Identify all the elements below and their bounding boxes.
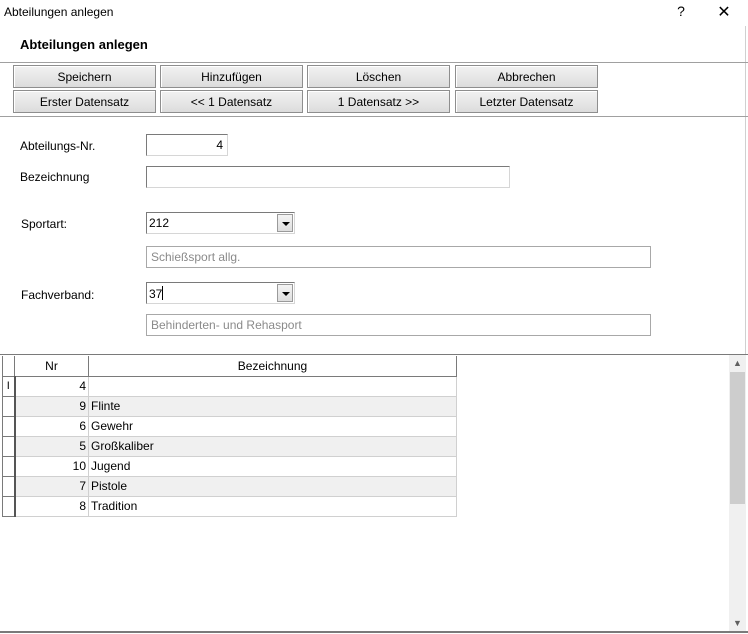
cell-nr[interactable]: 8	[14, 495, 89, 517]
add-button[interactable]: Hinzufügen	[160, 65, 303, 88]
fachverband-label: Fachverband:	[21, 288, 95, 302]
cell-bezeichnung[interactable]	[88, 375, 457, 397]
cell-bezeichnung[interactable]: Pistole	[88, 475, 457, 497]
sportart-label: Sportart:	[21, 217, 68, 231]
row-indicator[interactable]: I	[2, 375, 16, 397]
scrollbar-thumb[interactable]	[730, 372, 745, 504]
cell-nr[interactable]: 9	[14, 395, 89, 417]
bezeichnung-field[interactable]	[146, 166, 510, 188]
abteilungs-nr-label: Abteilungs-Nr.	[20, 139, 96, 153]
row-indicator[interactable]	[2, 495, 16, 517]
fachverband-value: 37	[149, 286, 164, 301]
help-button[interactable]: ?	[676, 3, 686, 19]
table-row[interactable]: 6 Gewehr	[2, 415, 457, 437]
table-row[interactable]: 9 Flinte	[2, 395, 457, 417]
table-row[interactable]: 5 Großkaliber	[2, 435, 457, 457]
chevron-down-icon[interactable]	[277, 284, 293, 302]
divider-top	[0, 62, 748, 63]
fachverband-select[interactable]: 37	[146, 282, 295, 304]
column-header-nr[interactable]: Nr	[14, 356, 89, 377]
fachverband-description: Behinderten- und Rehasport	[146, 314, 651, 336]
scroll-up-icon[interactable]: ▲	[729, 355, 746, 372]
next-record-button[interactable]: 1 Datensatz >>	[307, 90, 450, 113]
row-indicator[interactable]	[2, 455, 16, 477]
cell-bezeichnung[interactable]: Tradition	[88, 495, 457, 517]
row-indicator[interactable]	[2, 475, 16, 497]
row-indicator[interactable]	[2, 395, 16, 417]
cancel-button[interactable]: Abbrechen	[455, 65, 598, 88]
cell-nr[interactable]: 4	[14, 375, 89, 397]
cell-bezeichnung[interactable]: Flinte	[88, 395, 457, 417]
table-row[interactable]: 7 Pistole	[2, 475, 457, 497]
cell-bezeichnung[interactable]: Jugend	[88, 455, 457, 477]
prev-record-button[interactable]: << 1 Datensatz	[160, 90, 303, 113]
table-row[interactable]: I 4	[2, 375, 457, 397]
row-indicator[interactable]	[2, 435, 16, 457]
grid-table: Nr Bezeichnung I 4 9 Flinte 6 Gewehr 5 G…	[2, 356, 457, 517]
bezeichnung-label: Bezeichnung	[20, 170, 90, 184]
table-row[interactable]: 8 Tradition	[2, 495, 457, 517]
sportart-value: 212	[149, 216, 170, 230]
sportart-select[interactable]: 212	[146, 212, 295, 234]
save-button[interactable]: Speichern	[13, 65, 156, 88]
cell-bezeichnung[interactable]: Gewehr	[88, 415, 457, 437]
abteilungs-nr-field[interactable]: 4	[146, 134, 228, 156]
cell-bezeichnung[interactable]: Großkaliber	[88, 435, 457, 457]
scroll-down-icon[interactable]: ▼	[729, 615, 746, 632]
sportart-description: Schießsport allg.	[146, 246, 651, 268]
chevron-down-icon[interactable]	[277, 214, 293, 232]
column-header-bezeichnung[interactable]: Bezeichnung	[88, 356, 457, 377]
bottom-border	[0, 631, 748, 633]
cell-nr[interactable]: 10	[14, 455, 89, 477]
page-title: Abteilungen anlegen	[20, 37, 148, 52]
first-record-button[interactable]: Erster Datensatz	[13, 90, 156, 113]
window-title: Abteilungen anlegen	[4, 5, 114, 19]
close-icon[interactable]: ✕	[716, 2, 732, 22]
last-record-button[interactable]: Letzter Datensatz	[455, 90, 598, 113]
cell-nr[interactable]: 5	[14, 435, 89, 457]
data-grid[interactable]: Nr Bezeichnung I 4 9 Flinte 6 Gewehr 5 G…	[0, 354, 748, 634]
title-bar: Abteilungen anlegen ? ✕	[0, 0, 748, 26]
delete-button[interactable]: Löschen	[307, 65, 450, 88]
grid-corner	[2, 356, 15, 377]
cell-nr[interactable]: 6	[14, 415, 89, 437]
cell-nr[interactable]: 7	[14, 475, 89, 497]
vertical-scrollbar[interactable]: ▲ ▼	[729, 355, 746, 632]
table-row[interactable]: 10 Jugend	[2, 455, 457, 477]
divider-buttons	[0, 116, 748, 117]
row-indicator[interactable]	[2, 415, 16, 437]
